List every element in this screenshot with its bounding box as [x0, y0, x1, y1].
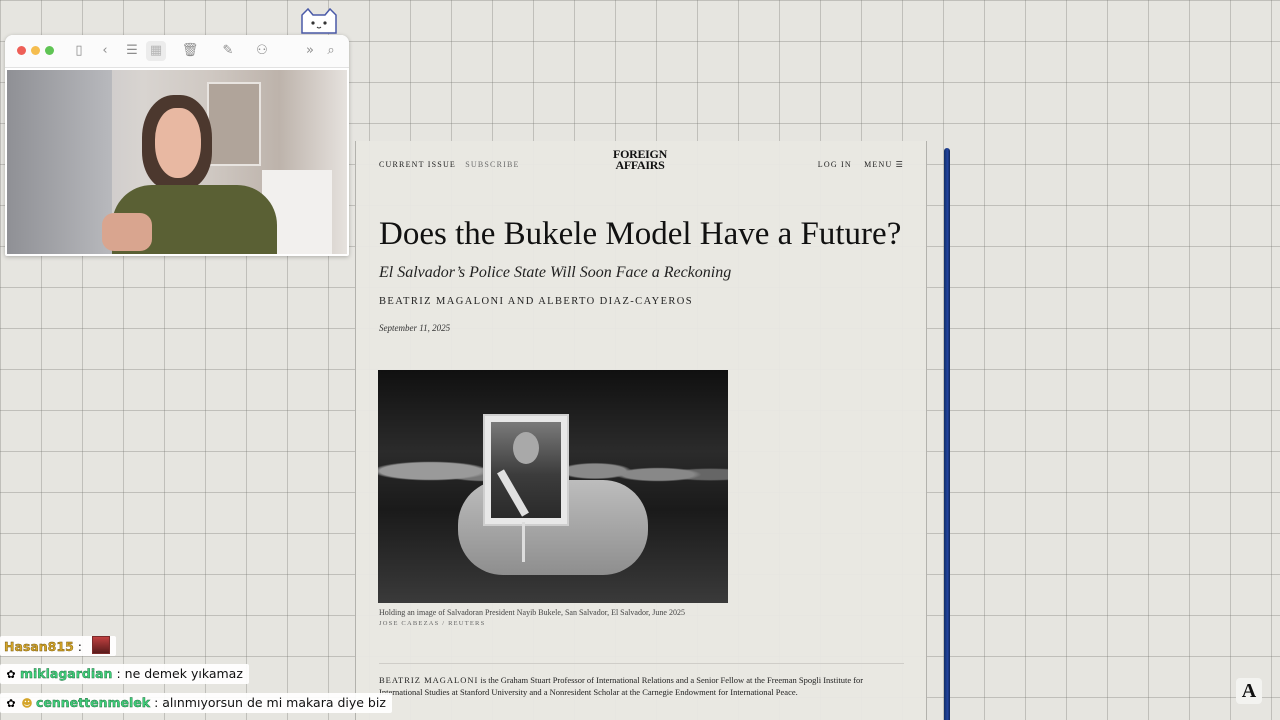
menu-icon: ☰: [895, 160, 904, 169]
chat-message: ✿ ☻ cennettenmelek : alınmıyorsun de mi ma…: [0, 693, 392, 713]
logo-line-2: AFFAIRS: [615, 158, 665, 172]
chat-username[interactable]: Hasan815: [4, 639, 74, 654]
sidebar-icon[interactable]: ▯: [69, 41, 89, 61]
article-headline: Does the Bukele Model Have a Future?: [379, 216, 902, 252]
chat-separator: :: [154, 695, 159, 710]
notes-window: ▯ ‹ ☰ ▦ 🗑 ✎ ⚇ » ⌕: [5, 35, 349, 256]
menu-button[interactable]: MENU ☰: [864, 160, 904, 169]
trash-icon[interactable]: 🗑: [180, 41, 200, 61]
subscribe-link[interactable]: SUBSCRIBE: [465, 160, 519, 169]
login-link[interactable]: LOG IN: [818, 160, 852, 169]
grid-icon[interactable]: ▦: [146, 41, 166, 61]
window-toolbar: ▯ ‹ ☰ ▦ 🗑 ✎ ⚇ » ⌕: [5, 35, 349, 68]
chat-emoji-icon: ☻: [21, 697, 33, 710]
chat-username[interactable]: cennettenmelek: [36, 695, 150, 710]
emote-icon: [91, 636, 110, 654]
article-nav-left: CURRENT ISSUE SUBSCRIBE: [379, 160, 526, 169]
foreign-affairs-logo[interactable]: FOREIGN AFFAIRS: [608, 148, 672, 172]
chat-text: ne demek yıkamaz: [124, 666, 243, 681]
back-icon[interactable]: ‹: [95, 41, 115, 61]
chat-badge-icon: ✿: [6, 697, 16, 710]
scrollbar[interactable]: [944, 148, 950, 720]
article-photo: [378, 370, 728, 603]
corner-logo: A: [1236, 678, 1262, 704]
chat-separator: :: [116, 666, 121, 681]
article-byline[interactable]: BEATRIZ MAGALONI AND ALBERTO DIAZ-CAYERO…: [379, 296, 693, 307]
chat-separator: :: [77, 639, 82, 654]
article-nav-right: LOG IN MENU ☰: [809, 160, 904, 169]
minimize-window-button[interactable]: [31, 46, 40, 55]
author-bio: BEATRIZ MAGALONI is the Graham Stuart Pr…: [379, 675, 899, 698]
section-divider: [379, 663, 904, 664]
photo-caption: Holding an image of Salvadoran President…: [379, 608, 685, 617]
cat-mascot-icon: [296, 7, 342, 35]
chat-badge-icon: ✿: [6, 668, 16, 681]
article-dek: El Salvador’s Police State Will Soon Fac…: [379, 264, 732, 281]
list-icon[interactable]: ☰: [122, 41, 142, 61]
search-icon[interactable]: ⌕: [321, 41, 341, 61]
chat-text: alınmıyorsun de mi makara diye biz: [162, 695, 386, 710]
zoom-window-button[interactable]: [45, 46, 54, 55]
chat-username[interactable]: miklagardian: [20, 666, 113, 681]
menu-label: MENU: [864, 160, 893, 169]
more-icon[interactable]: »: [300, 41, 320, 61]
close-window-button[interactable]: [17, 46, 26, 55]
share-icon[interactable]: ⚇: [252, 41, 272, 61]
webcam-feed: [7, 70, 347, 254]
chat-message: ✿ miklagardian : ne demek yıkamaz: [0, 664, 249, 684]
photo-credit: JOSE CABEZAS / REUTERS: [379, 620, 486, 627]
article-page[interactable]: CURRENT ISSUE SUBSCRIBE FOREIGN AFFAIRS …: [355, 141, 927, 720]
compose-icon[interactable]: ✎: [218, 41, 238, 61]
bio-author-name: BEATRIZ MAGALONI: [379, 675, 479, 685]
chat-message: Hasan815 :: [0, 636, 116, 656]
article-date: September 11, 2025: [379, 323, 451, 333]
current-issue-link[interactable]: CURRENT ISSUE: [379, 160, 456, 169]
